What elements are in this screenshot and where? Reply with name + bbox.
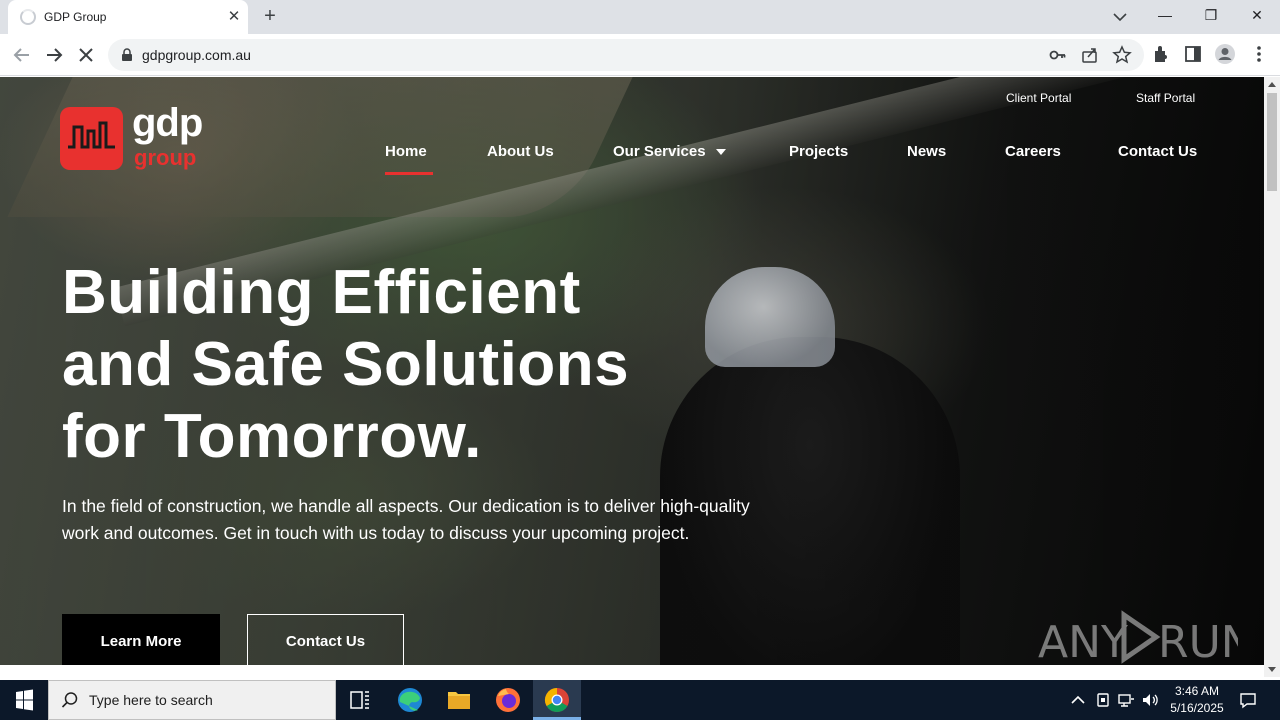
edge-browser-icon[interactable] bbox=[386, 680, 434, 720]
profile-avatar-icon[interactable] bbox=[1214, 43, 1236, 65]
close-window-icon[interactable]: ✕ bbox=[1234, 0, 1280, 30]
forward-icon[interactable] bbox=[42, 43, 66, 67]
lock-icon[interactable] bbox=[120, 48, 134, 62]
nav-news[interactable]: News bbox=[907, 143, 946, 160]
scroll-down-arrow-icon[interactable] bbox=[1268, 667, 1276, 672]
loading-spinner-icon bbox=[20, 9, 36, 25]
scrollbar-thumb[interactable] bbox=[1267, 93, 1277, 191]
restore-icon[interactable]: ❐ bbox=[1188, 0, 1234, 30]
logo-mark bbox=[60, 107, 123, 170]
bookmark-star-icon[interactable] bbox=[1112, 45, 1132, 65]
file-explorer-icon[interactable] bbox=[435, 680, 483, 720]
search-icon bbox=[61, 692, 78, 708]
logo-wordmark: gdp bbox=[132, 101, 203, 145]
browser-tab-strip: GDP Group ✕ + — ❐ ✕ bbox=[0, 0, 1280, 34]
menu-kebab-icon[interactable] bbox=[1248, 43, 1270, 65]
windows-start-icon[interactable] bbox=[0, 680, 48, 720]
nav-our-services-label: Our Services bbox=[613, 143, 706, 160]
address-bar[interactable]: gdpgroup.com.au bbox=[108, 39, 1144, 71]
tray-overflow-chevron-icon[interactable] bbox=[1068, 690, 1088, 710]
taskbar-clock[interactable]: 3:46 AM 5/16/2025 bbox=[1164, 683, 1230, 717]
nav-careers[interactable]: Careers bbox=[1005, 143, 1061, 160]
nav-our-services[interactable]: Our Services bbox=[613, 143, 726, 160]
chrome-taskbar-app[interactable] bbox=[533, 680, 581, 720]
tray-device-icon[interactable] bbox=[1093, 690, 1113, 710]
task-view-icon[interactable] bbox=[336, 680, 384, 720]
browser-toolbar: gdpgroup.com.au bbox=[0, 34, 1280, 76]
tab-title: GDP Group bbox=[44, 10, 107, 24]
svg-text:RUN: RUN bbox=[1158, 617, 1238, 665]
contact-us-button[interactable]: Contact Us bbox=[247, 614, 404, 665]
nav-contact-us[interactable]: Contact Us bbox=[1118, 143, 1197, 160]
share-icon[interactable] bbox=[1080, 45, 1100, 65]
stop-loading-icon[interactable] bbox=[74, 43, 98, 67]
side-panel-icon[interactable] bbox=[1182, 43, 1204, 65]
extensions-icon[interactable] bbox=[1150, 43, 1172, 65]
taskbar-search-box[interactable]: Type here to search bbox=[48, 680, 336, 720]
tab-search-chevron-icon[interactable] bbox=[1108, 5, 1132, 29]
logo-graph-icon bbox=[68, 121, 115, 149]
nav-projects[interactable]: Projects bbox=[789, 143, 848, 160]
network-icon[interactable] bbox=[1116, 690, 1136, 710]
hero-title: Building Efficient and Safe Solutions fo… bbox=[62, 257, 782, 473]
hero-title-line: and Safe Solutions bbox=[62, 330, 630, 399]
nav-home[interactable]: Home bbox=[385, 143, 427, 160]
url-text[interactable]: gdpgroup.com.au bbox=[142, 47, 251, 63]
learn-more-button[interactable]: Learn More bbox=[62, 614, 220, 665]
volume-icon[interactable] bbox=[1140, 690, 1160, 710]
nav-about-us[interactable]: About Us bbox=[487, 143, 554, 160]
hero-title-line: Building Efficient bbox=[62, 258, 581, 327]
chrome-icon bbox=[544, 688, 569, 713]
staff-portal-link[interactable]: Staff Portal bbox=[1136, 91, 1195, 105]
nav-active-indicator bbox=[385, 172, 433, 175]
hero-title-line: for Tomorrow. bbox=[62, 402, 482, 471]
close-tab-icon[interactable]: ✕ bbox=[224, 7, 244, 27]
anyrun-watermark-logo: ANY RUN bbox=[1038, 610, 1238, 665]
minimize-icon[interactable]: — bbox=[1142, 0, 1188, 30]
firefox-icon[interactable] bbox=[484, 680, 532, 720]
client-portal-link[interactable]: Client Portal bbox=[1006, 91, 1071, 105]
page-viewport: gdp group Client Portal Staff Portal Hom… bbox=[0, 77, 1264, 665]
scroll-up-arrow-icon[interactable] bbox=[1268, 82, 1276, 87]
hero-description: In the field of construction, we handle … bbox=[62, 496, 750, 543]
browser-tab[interactable]: GDP Group ✕ bbox=[8, 0, 248, 34]
back-icon[interactable] bbox=[10, 43, 34, 67]
notifications-icon[interactable] bbox=[1238, 690, 1258, 710]
windows-taskbar: Type here to search 3:46 AM 5/16/2025 bbox=[0, 680, 1280, 720]
new-tab-icon[interactable]: + bbox=[258, 5, 282, 29]
key-icon[interactable] bbox=[1048, 45, 1068, 65]
svg-text:ANY: ANY bbox=[1038, 617, 1128, 665]
dropdown-caret-icon bbox=[715, 149, 726, 156]
clock-date: 5/16/2025 bbox=[1170, 701, 1224, 715]
taskbar-search-placeholder[interactable]: Type here to search bbox=[89, 692, 213, 708]
site-logo[interactable]: gdp group bbox=[60, 101, 220, 177]
logo-subtext: group bbox=[134, 145, 197, 170]
clock-time: 3:46 AM bbox=[1174, 684, 1220, 698]
page-scrollbar[interactable] bbox=[1264, 77, 1280, 677]
